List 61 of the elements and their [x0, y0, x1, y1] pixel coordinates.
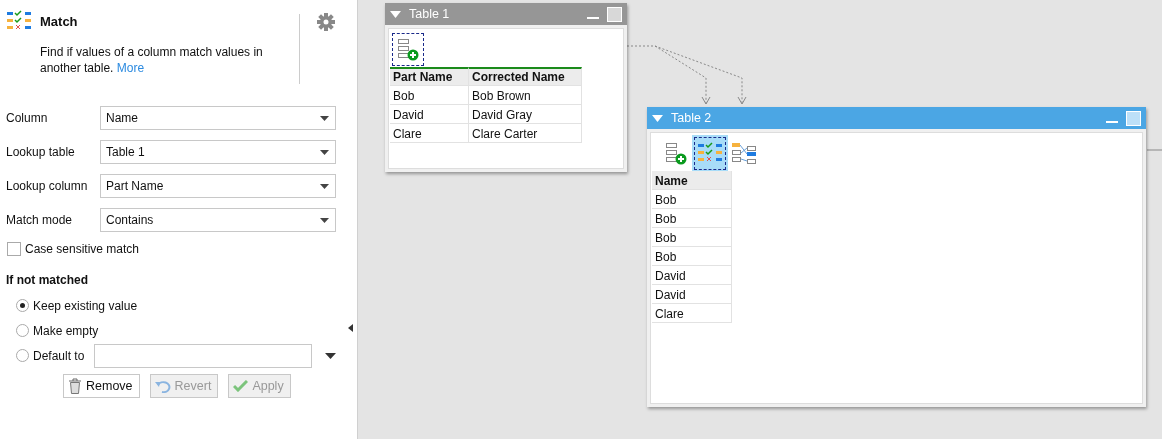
table-cell: David Gray — [469, 105, 582, 124]
default-value-field[interactable] — [94, 343, 313, 368]
radio-button[interactable] — [16, 324, 29, 337]
column-header: Corrected Name — [469, 67, 582, 86]
settings-icon[interactable] — [316, 13, 335, 31]
table-cell: Clare — [390, 124, 469, 143]
radio-label: Default to — [33, 348, 85, 363]
description: Find if values of a column match values in another table. More — [39, 44, 264, 76]
table-cell: David — [652, 266, 732, 285]
column-header: Part Name — [390, 67, 469, 86]
dropdown[interactable]: Name — [100, 106, 336, 130]
table-cell: Bob — [652, 209, 732, 228]
window-title: Table 1 — [409, 7, 450, 21]
trash-icon — [68, 378, 82, 394]
collapse-handle-icon[interactable] — [348, 324, 353, 332]
radio-label: Keep existing value — [33, 298, 138, 313]
checkbox-label: Case sensitive match — [25, 242, 140, 256]
table-cell: Bob — [390, 86, 469, 105]
dropdown-arrow-icon — [320, 183, 329, 189]
radio-button[interactable] — [16, 299, 29, 312]
table-cell: Clare — [652, 304, 732, 323]
column-header: Name — [652, 171, 732, 190]
radio-label: Make empty — [33, 323, 99, 338]
field-label: Lookup table — [6, 145, 76, 159]
toolbar-button[interactable] — [694, 136, 726, 170]
maximize-icon[interactable] — [1126, 110, 1141, 126]
connector-line — [1146, 149, 1162, 151]
table-cell: Bob Brown — [469, 86, 582, 105]
add-rows-icon — [396, 37, 420, 61]
dropdown-arrow-icon — [320, 115, 329, 121]
collapse-icon[interactable] — [652, 114, 663, 122]
toolbar-button[interactable] — [392, 32, 424, 66]
dropdown[interactable]: Contains — [100, 208, 336, 232]
dropdown[interactable]: Part Name — [100, 174, 336, 198]
add-rows-icon — [664, 141, 688, 165]
collapse-icon[interactable] — [390, 10, 401, 18]
dropdown-arrow-icon — [320, 149, 329, 155]
undo-icon — [154, 379, 171, 393]
checkbox[interactable] — [7, 242, 21, 256]
field-label: Match mode — [6, 213, 74, 227]
radio-button[interactable] — [16, 349, 29, 362]
remove-button[interactable]: Remove — [63, 374, 140, 398]
match-icon — [6, 10, 32, 32]
dropdown[interactable]: Table 1 — [100, 140, 336, 164]
table-cell: David — [652, 285, 732, 304]
table-cell: Bob — [652, 247, 732, 266]
window-title: Table 2 — [671, 111, 712, 125]
dropdown-arrow-icon[interactable] — [325, 352, 337, 359]
field-label: Column — [6, 111, 49, 125]
maximize-icon[interactable] — [607, 6, 622, 22]
field-label: Lookup column — [6, 179, 89, 193]
table-cell: Bob — [652, 228, 732, 247]
dropdown-arrow-icon — [320, 217, 329, 223]
section-heading: If not matched — [5, 272, 89, 287]
more-link[interactable]: More — [116, 61, 145, 75]
table-cell: Bob — [652, 190, 732, 209]
table-cell: Clare Carter — [469, 124, 582, 143]
mapping-icon — [731, 141, 757, 165]
panel-title: Match — [40, 13, 78, 29]
checkmark-icon — [233, 380, 249, 392]
table-cell: David — [390, 105, 469, 124]
